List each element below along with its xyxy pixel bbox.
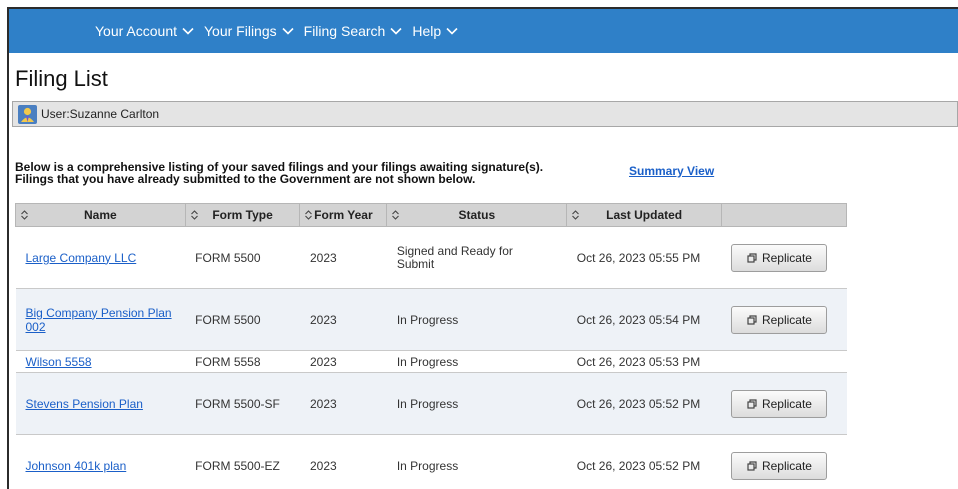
status-cell: In Progress	[396, 458, 459, 473]
replicate-button[interactable]: Replicate	[731, 451, 828, 480]
top-navigation: Your Account Your Filings Filing Search …	[9, 9, 958, 53]
form-type-cell: FORM 5500	[185, 288, 300, 351]
form-year-cell: 2023	[299, 288, 387, 351]
user-bar: User:Suzanne Carlton	[12, 101, 958, 127]
nav-label: Filing Search	[303, 23, 386, 39]
nav-your-account[interactable]: Your Account	[95, 23, 194, 39]
chevron-down-icon	[282, 27, 294, 35]
chevron-down-icon	[446, 27, 458, 35]
nav-label: Your Account	[95, 23, 177, 39]
last-updated-cell: Oct 26, 2023 05:54 PM	[566, 288, 722, 351]
sort-icon	[305, 210, 313, 220]
replicate-button[interactable]: Replicate	[731, 305, 828, 334]
form-year-cell: 2023	[299, 350, 387, 373]
column-header-status[interactable]: Status	[386, 203, 568, 227]
table-row: Johnson 401k plan FORM 5500-EZ 2023 In P…	[15, 434, 847, 489]
filing-name-link[interactable]: Johnson 401k plan	[26, 459, 127, 473]
last-updated-cell: Oct 26, 2023 05:52 PM	[566, 372, 722, 435]
column-header-last-updated[interactable]: Last Updated	[566, 203, 722, 227]
form-year-cell: 2023	[299, 434, 387, 489]
copy-icon	[747, 314, 757, 325]
page-title: Filing List	[15, 66, 108, 91]
user-name: User:Suzanne Carlton	[41, 107, 160, 121]
last-updated-cell: Oct 26, 2023 05:53 PM	[566, 350, 722, 373]
form-year-cell: 2023	[299, 372, 387, 435]
column-header-form-type[interactable]: Form Type	[184, 203, 301, 227]
table-row: Wilson 5558 FORM 5558 2023 In Progress O…	[15, 350, 847, 373]
user-icon	[18, 104, 37, 124]
form-type-cell: FORM 5500-SF	[185, 372, 300, 435]
last-updated-cell: Oct 26, 2023 05:55 PM	[566, 226, 722, 289]
filing-name-link[interactable]: Big Company Pension Plan 002	[26, 306, 172, 334]
form-year-cell: 2023	[299, 226, 387, 289]
status-cell: Signed and Ready for Submit	[396, 243, 513, 271]
sort-icon	[572, 210, 580, 220]
sort-icon	[392, 210, 400, 220]
copy-icon	[747, 398, 757, 409]
form-type-cell: FORM 5500-EZ	[185, 434, 300, 489]
app-frame: Your Account Your Filings Filing Search …	[7, 7, 958, 489]
status-cell: In Progress	[396, 354, 459, 369]
column-header-name[interactable]: Name	[15, 203, 186, 227]
nav-help[interactable]: Help	[412, 23, 458, 39]
filing-name-link[interactable]: Large Company LLC	[26, 251, 137, 265]
last-updated-cell: Oct 26, 2023 05:52 PM	[566, 434, 722, 489]
status-cell: In Progress	[396, 396, 459, 411]
table-row: Stevens Pension Plan FORM 5500-SF 2023 I…	[15, 372, 847, 435]
status-cell: In Progress	[396, 312, 459, 327]
nav-your-filings[interactable]: Your Filings	[204, 23, 294, 39]
nav-filing-search[interactable]: Filing Search	[304, 23, 403, 39]
intro-text: Below is a comprehensive listing of your…	[15, 161, 543, 185]
filing-name-link[interactable]: Stevens Pension Plan	[26, 397, 143, 411]
replicate-button[interactable]: Replicate	[731, 243, 828, 272]
replicate-button[interactable]: Replicate	[731, 389, 828, 418]
chevron-down-icon	[182, 27, 194, 35]
sort-icon	[190, 210, 198, 220]
nav-label: Help	[412, 23, 442, 39]
column-header-form-year[interactable]: Form Year	[299, 203, 388, 227]
chevron-down-icon	[390, 27, 402, 35]
sort-icon	[21, 210, 28, 220]
filing-name-link[interactable]: Wilson 5558	[26, 355, 92, 369]
table-row: Large Company LLC FORM 5500 2023 Signed …	[15, 226, 847, 289]
table-row: Big Company Pension Plan 002 FORM 5500 2…	[15, 288, 847, 351]
intro-line-2: Filings that you have already submitted …	[15, 172, 476, 186]
form-type-cell: FORM 5500	[185, 226, 300, 289]
form-type-cell: FORM 5558	[185, 350, 300, 373]
nav-label: Your Filings	[204, 23, 277, 39]
summary-view-link[interactable]: Summary View	[629, 164, 714, 178]
column-header-actions	[720, 203, 848, 227]
copy-icon	[747, 460, 757, 471]
copy-icon	[747, 252, 757, 263]
table-header-row: Name Form Type Form Year Status Last Upd…	[15, 203, 848, 227]
filing-table: Name Form Type Form Year Status Last Upd…	[15, 203, 848, 489]
